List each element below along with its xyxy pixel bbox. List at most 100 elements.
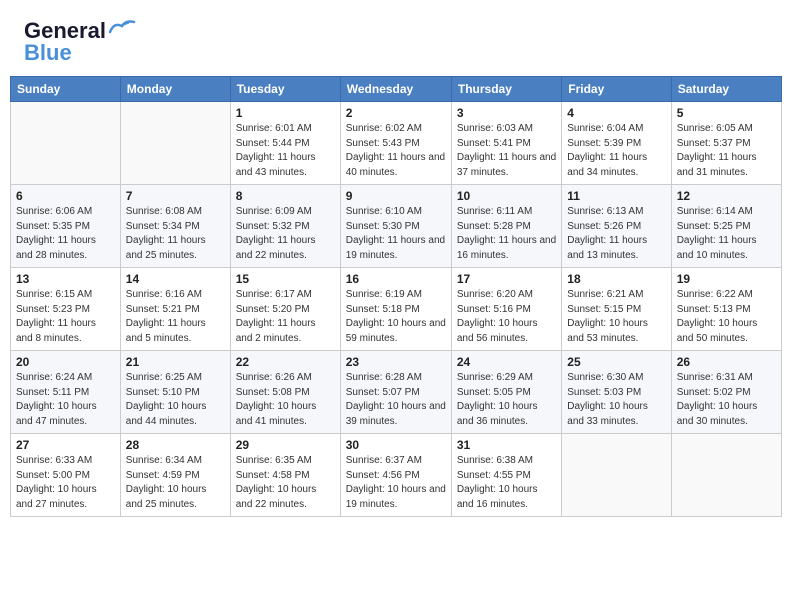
day-number: 20	[16, 355, 115, 369]
page-header: General Blue	[0, 0, 792, 76]
weekday-header: Tuesday	[230, 77, 340, 102]
day-number: 22	[236, 355, 335, 369]
day-info: Sunrise: 6:15 AM Sunset: 5:23 PM Dayligh…	[16, 288, 115, 346]
day-number: 23	[346, 355, 446, 369]
logo-blue-text: Blue	[24, 40, 72, 66]
calendar-cell: 20 Sunrise: 6:24 AM Sunset: 5:11 PM Dayli…	[11, 351, 121, 434]
day-info: Sunrise: 6:08 AM Sunset: 5:34 PM Dayligh…	[126, 205, 225, 263]
day-number: 8	[236, 189, 335, 203]
weekday-header: Friday	[562, 77, 671, 102]
day-number: 28	[126, 438, 225, 452]
day-number: 29	[236, 438, 335, 452]
calendar-cell: 26Sunrise: 6:31 AM Sunset: 5:02 PM Dayli…	[671, 351, 781, 434]
day-info: Sunrise: 6:25 AM Sunset: 5:10 PM Dayligh…	[126, 371, 225, 429]
day-number: 1	[236, 106, 335, 120]
calendar-cell: 17Sunrise: 6:20 AM Sunset: 5:16 PM Dayli…	[451, 268, 561, 351]
day-info: Sunrise: 6:38 AM Sunset: 4:55 PM Dayligh…	[457, 454, 556, 512]
calendar-week-row: 27Sunrise: 6:33 AM Sunset: 5:00 PM Dayli…	[11, 434, 782, 517]
day-number: 3	[457, 106, 556, 120]
day-info: Sunrise: 6:28 AM Sunset: 5:07 PM Dayligh…	[346, 371, 446, 429]
calendar-cell: 29 Sunrise: 6:35 AM Sunset: 4:58 PM Dayli…	[230, 434, 340, 517]
calendar-cell: 5Sunrise: 6:05 AM Sunset: 5:37 PM Daylig…	[671, 102, 781, 185]
day-info: Sunrise: 6:37 AM Sunset: 4:56 PM Dayligh…	[346, 454, 446, 512]
calendar-cell: 21 Sunrise: 6:25 AM Sunset: 5:10 PM Dayli…	[120, 351, 230, 434]
calendar-cell: 8 Sunrise: 6:09 AM Sunset: 5:32 PM Daylig…	[230, 185, 340, 268]
calendar-cell: 1 Sunrise: 6:01 AM Sunset: 5:44 PM Daylig…	[230, 102, 340, 185]
day-info: Sunrise: 6:35 AM Sunset: 4:58 PM Dayligh…	[236, 454, 335, 512]
day-info: Sunrise: 6:22 AM Sunset: 5:13 PM Dayligh…	[677, 288, 776, 346]
calendar-cell: 6 Sunrise: 6:06 AM Sunset: 5:35 PM Daylig…	[11, 185, 121, 268]
day-number: 10	[457, 189, 556, 203]
day-info: Sunrise: 6:16 AM Sunset: 5:21 PM Dayligh…	[126, 288, 225, 346]
day-number: 7	[126, 189, 225, 203]
day-info: Sunrise: 6:01 AM Sunset: 5:44 PM Dayligh…	[236, 122, 335, 180]
day-number: 25	[567, 355, 665, 369]
calendar-cell: 22 Sunrise: 6:26 AM Sunset: 5:08 PM Dayli…	[230, 351, 340, 434]
day-number: 12	[677, 189, 776, 203]
day-info: Sunrise: 6:20 AM Sunset: 5:16 PM Dayligh…	[457, 288, 556, 346]
calendar-week-row: 13 Sunrise: 6:15 AM Sunset: 5:23 PM Dayli…	[11, 268, 782, 351]
day-number: 6	[16, 189, 115, 203]
day-info: Sunrise: 6:09 AM Sunset: 5:32 PM Dayligh…	[236, 205, 335, 263]
day-number: 30	[346, 438, 446, 452]
day-info: Sunrise: 6:10 AM Sunset: 5:30 PM Dayligh…	[346, 205, 446, 263]
calendar-cell: 14Sunrise: 6:16 AM Sunset: 5:21 PM Dayli…	[120, 268, 230, 351]
calendar-week-row: 1 Sunrise: 6:01 AM Sunset: 5:44 PM Daylig…	[11, 102, 782, 185]
calendar-cell	[11, 102, 121, 185]
calendar-cell: 31 Sunrise: 6:38 AM Sunset: 4:55 PM Dayli…	[451, 434, 561, 517]
day-info: Sunrise: 6:17 AM Sunset: 5:20 PM Dayligh…	[236, 288, 335, 346]
calendar-cell	[120, 102, 230, 185]
day-info: Sunrise: 6:33 AM Sunset: 5:00 PM Dayligh…	[16, 454, 115, 512]
calendar-cell	[671, 434, 781, 517]
day-number: 21	[126, 355, 225, 369]
weekday-header: Thursday	[451, 77, 561, 102]
day-info: Sunrise: 6:19 AM Sunset: 5:18 PM Dayligh…	[346, 288, 446, 346]
calendar-table: SundayMondayTuesdayWednesdayThursdayFrid…	[10, 76, 782, 517]
day-number: 2	[346, 106, 446, 120]
day-number: 11	[567, 189, 665, 203]
calendar-cell: 23 Sunrise: 6:28 AM Sunset: 5:07 PM Dayli…	[340, 351, 451, 434]
weekday-header: Saturday	[671, 77, 781, 102]
calendar-wrapper: SundayMondayTuesdayWednesdayThursdayFrid…	[0, 76, 792, 527]
day-info: Sunrise: 6:03 AM Sunset: 5:41 PM Dayligh…	[457, 122, 556, 180]
calendar-week-row: 6 Sunrise: 6:06 AM Sunset: 5:35 PM Daylig…	[11, 185, 782, 268]
calendar-cell	[562, 434, 671, 517]
day-info: Sunrise: 6:06 AM Sunset: 5:35 PM Dayligh…	[16, 205, 115, 263]
calendar-cell: 16 Sunrise: 6:19 AM Sunset: 5:18 PM Dayli…	[340, 268, 451, 351]
day-number: 24	[457, 355, 556, 369]
day-info: Sunrise: 6:30 AM Sunset: 5:03 PM Dayligh…	[567, 371, 665, 429]
day-number: 13	[16, 272, 115, 286]
day-info: Sunrise: 6:24 AM Sunset: 5:11 PM Dayligh…	[16, 371, 115, 429]
day-info: Sunrise: 6:14 AM Sunset: 5:25 PM Dayligh…	[677, 205, 776, 263]
day-number: 16	[346, 272, 446, 286]
day-number: 4	[567, 106, 665, 120]
calendar-cell: 2 Sunrise: 6:02 AM Sunset: 5:43 PM Daylig…	[340, 102, 451, 185]
day-number: 18	[567, 272, 665, 286]
day-number: 31	[457, 438, 556, 452]
calendar-cell: 27Sunrise: 6:33 AM Sunset: 5:00 PM Dayli…	[11, 434, 121, 517]
day-info: Sunrise: 6:13 AM Sunset: 5:26 PM Dayligh…	[567, 205, 665, 263]
calendar-cell: 19 Sunrise: 6:22 AM Sunset: 5:13 PM Dayli…	[671, 268, 781, 351]
weekday-header: Sunday	[11, 77, 121, 102]
day-info: Sunrise: 6:29 AM Sunset: 5:05 PM Dayligh…	[457, 371, 556, 429]
day-info: Sunrise: 6:11 AM Sunset: 5:28 PM Dayligh…	[457, 205, 556, 263]
calendar-cell: 25 Sunrise: 6:30 AM Sunset: 5:03 PM Dayli…	[562, 351, 671, 434]
calendar-cell: 3 Sunrise: 6:03 AM Sunset: 5:41 PM Daylig…	[451, 102, 561, 185]
calendar-cell: 18Sunrise: 6:21 AM Sunset: 5:15 PM Dayli…	[562, 268, 671, 351]
day-number: 19	[677, 272, 776, 286]
calendar-cell: 11 Sunrise: 6:13 AM Sunset: 5:26 PM Dayli…	[562, 185, 671, 268]
day-info: Sunrise: 6:26 AM Sunset: 5:08 PM Dayligh…	[236, 371, 335, 429]
day-number: 9	[346, 189, 446, 203]
day-number: 15	[236, 272, 335, 286]
calendar-cell: 4Sunrise: 6:04 AM Sunset: 5:39 PM Daylig…	[562, 102, 671, 185]
day-info: Sunrise: 6:02 AM Sunset: 5:43 PM Dayligh…	[346, 122, 446, 180]
calendar-week-row: 20 Sunrise: 6:24 AM Sunset: 5:11 PM Dayli…	[11, 351, 782, 434]
weekday-header: Wednesday	[340, 77, 451, 102]
calendar-cell: 10 Sunrise: 6:11 AM Sunset: 5:28 PM Dayli…	[451, 185, 561, 268]
calendar-cell: 12 Sunrise: 6:14 AM Sunset: 5:25 PM Dayli…	[671, 185, 781, 268]
calendar-cell: 28Sunrise: 6:34 AM Sunset: 4:59 PM Dayli…	[120, 434, 230, 517]
calendar-cell: 24 Sunrise: 6:29 AM Sunset: 5:05 PM Dayli…	[451, 351, 561, 434]
calendar-cell: 7 Sunrise: 6:08 AM Sunset: 5:34 PM Daylig…	[120, 185, 230, 268]
day-number: 5	[677, 106, 776, 120]
weekday-header: Monday	[120, 77, 230, 102]
